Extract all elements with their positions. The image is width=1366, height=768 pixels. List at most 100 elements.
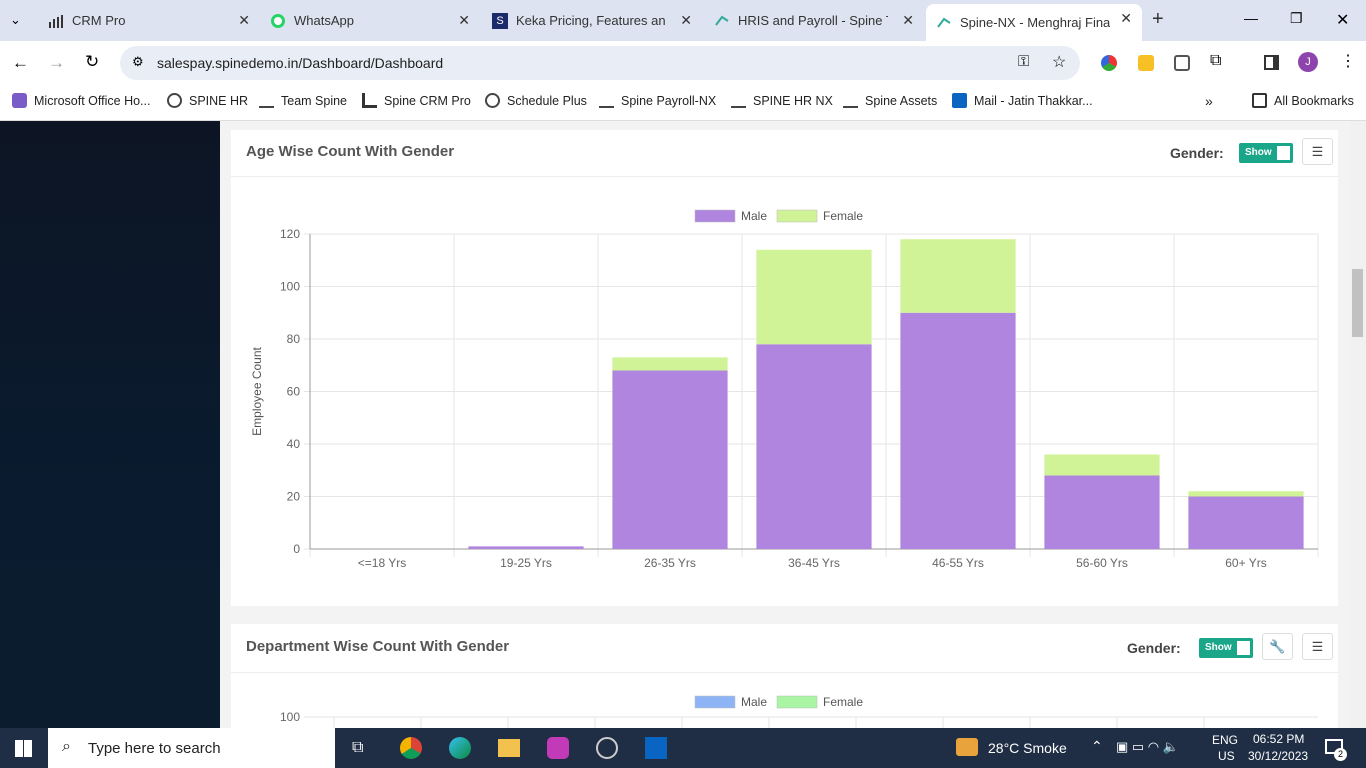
chevron-up-icon[interactable]: ⌃ [1091, 738, 1103, 755]
sidepanel-icon[interactable] [1264, 55, 1279, 70]
keka-icon: S [492, 12, 508, 29]
forward-button[interactable]: → [48, 53, 65, 73]
chart-menu-button[interactable]: ☰ [1302, 633, 1333, 660]
tab-crm-pro[interactable]: CRM Pro ✕ [38, 6, 260, 35]
legend-swatch [776, 209, 818, 223]
extension-icon[interactable] [1101, 55, 1117, 71]
start-button[interactable] [15, 740, 32, 757]
outlook-icon [952, 93, 967, 108]
profile-avatar[interactable]: J [1298, 52, 1318, 72]
page-scrollbar[interactable] [1350, 121, 1366, 728]
window-close-button[interactable]: ✕ [1336, 10, 1349, 30]
edge-icon[interactable] [449, 737, 471, 759]
back-button[interactable]: ← [12, 53, 29, 73]
chart-menu-button[interactable]: ☰ [1302, 138, 1333, 165]
gender-toggle[interactable]: Show [1199, 638, 1253, 658]
weather-text[interactable]: 28°C Smoke [988, 740, 1067, 756]
obs-icon[interactable] [596, 737, 618, 759]
settings-button[interactable]: 🔧 [1262, 633, 1293, 660]
language-indicator[interactable]: ENG [1212, 733, 1238, 747]
weather-icon[interactable] [956, 738, 978, 756]
bookmark-item[interactable]: Spine CRM Pro [362, 93, 471, 108]
extension-icon[interactable] [1138, 55, 1154, 71]
tab-search-dropdown[interactable]: ⌄ [10, 12, 21, 28]
close-icon[interactable]: ✕ [680, 12, 692, 29]
bookmark-label: Microsoft Office Ho... [34, 93, 151, 108]
bookmark-item[interactable]: Team Spine [259, 93, 347, 108]
browser-toolbar: ← → ↻ ⚙ salespay.spinedemo.in/Dashboard/… [0, 41, 1366, 85]
address-bar[interactable]: ⚙ salespay.spinedemo.in/Dashboard/Dashbo… [120, 46, 1080, 80]
site-info-icon[interactable]: ⚙ [132, 54, 144, 70]
tab-title: Keka Pricing, Features and P [516, 13, 666, 28]
more-bookmarks-icon[interactable]: » [1205, 93, 1213, 109]
explorer-icon[interactable] [498, 739, 520, 757]
extension-icon[interactable] [1174, 55, 1190, 71]
y-tick-label: 100 [280, 280, 300, 294]
legend-label: Male [741, 209, 767, 223]
language-region[interactable]: US [1218, 749, 1235, 763]
legend-label: Female [823, 209, 863, 223]
close-icon[interactable]: ✕ [1120, 10, 1132, 27]
restore-button[interactable]: ❐ [1290, 10, 1303, 27]
bookmark-label: Spine Assets [865, 93, 938, 108]
bookmark-item[interactable]: Spine Assets [843, 93, 937, 108]
list-icon: ☰ [1311, 143, 1324, 159]
department-chart: Male Female 100 [280, 695, 1318, 728]
key-icon[interactable]: ⚿ [1018, 53, 1029, 70]
bar-female [1044, 454, 1160, 476]
bookmark-item[interactable]: SPINE HR [167, 93, 248, 108]
clock-date[interactable]: 30/12/2023 [1248, 749, 1308, 763]
tab-hris[interactable]: HRIS and Payroll - Spine Tec ✕ [704, 6, 924, 35]
close-icon[interactable]: ✕ [902, 12, 914, 29]
x-tick-label: 19-25 Yrs [500, 556, 552, 570]
wps-icon[interactable] [547, 737, 569, 759]
tab-spine-nx[interactable]: Spine-NX - Menghraj Financ ✕ [926, 4, 1142, 41]
scroll-thumb[interactable] [1352, 269, 1363, 337]
bookmark-item[interactable]: Mail - Jatin Thakkar... [952, 93, 1093, 108]
bookmark-item[interactable]: SPINE HR NX [731, 93, 833, 108]
menu-icon[interactable]: ⋮ [1340, 51, 1356, 71]
taskbar-search[interactable]: ⌕ Type here to search [48, 728, 335, 768]
puzzle-icon[interactable]: ⧉ [1210, 52, 1221, 70]
legend-label: Female [823, 695, 863, 709]
bookmark-item[interactable]: Spine Payroll-NX [599, 93, 716, 108]
star-icon[interactable]: ☆ [1052, 52, 1066, 72]
folder-icon [1252, 93, 1267, 108]
y-tick-label: 120 [280, 227, 300, 241]
chrome-icon[interactable] [400, 737, 422, 759]
tab-keka[interactable]: S Keka Pricing, Features and P ✕ [482, 6, 702, 35]
bookmark-label: Spine CRM Pro [384, 93, 471, 108]
tab-title: Spine-NX - Menghraj Financ [960, 15, 1110, 30]
clock-time[interactable]: 06:52 PM [1253, 732, 1304, 746]
legend-label: Male [741, 695, 767, 709]
card-title: Age Wise Count With Gender [246, 143, 455, 160]
reload-button[interactable]: ↻ [85, 52, 99, 72]
globe-icon [485, 93, 500, 108]
y-axis-label: Employee Count [250, 346, 264, 435]
age-chart-card: Age Wise Count With Gender Gender: Show … [231, 130, 1338, 606]
outlook-icon[interactable] [645, 737, 667, 759]
dashboard-content: Age Wise Count With Gender Gender: Show … [220, 121, 1350, 728]
task-view-icon[interactable]: ⧉ [352, 739, 363, 757]
x-tick-label: 56-60 Yrs [1076, 556, 1128, 570]
close-icon[interactable]: ✕ [238, 12, 250, 29]
age-chart: 0 20 40 60 80 100 120 Employee Count <=18 Yrs 19-… [250, 209, 1319, 570]
department-chart-card: Department Wise Count With Gender Gender… [231, 624, 1338, 728]
tab-whatsapp[interactable]: WhatsApp ✕ [260, 6, 480, 35]
y-tick-label: 80 [287, 332, 301, 346]
bar-female [900, 239, 1016, 313]
all-bookmarks[interactable]: All Bookmarks [1252, 93, 1354, 108]
bar-male [756, 344, 872, 549]
y-tick-label: 60 [287, 385, 301, 399]
minimize-button[interactable]: — [1244, 10, 1258, 26]
bookmark-label: Mail - Jatin Thakkar... [974, 93, 1093, 108]
x-tick-label: 26-35 Yrs [644, 556, 696, 570]
bookmark-item[interactable]: Schedule Plus [485, 93, 587, 108]
gender-toggle[interactable]: Show [1239, 143, 1293, 163]
new-tab-button[interactable]: + [1152, 8, 1164, 31]
chart-icon [362, 93, 377, 108]
spine-icon [843, 93, 858, 108]
close-icon[interactable]: ✕ [458, 12, 470, 29]
bookmark-item[interactable]: Microsoft Office Ho... [12, 93, 150, 108]
tray-icons[interactable]: ▣ ▭ ◠ 🔈 [1116, 739, 1179, 755]
